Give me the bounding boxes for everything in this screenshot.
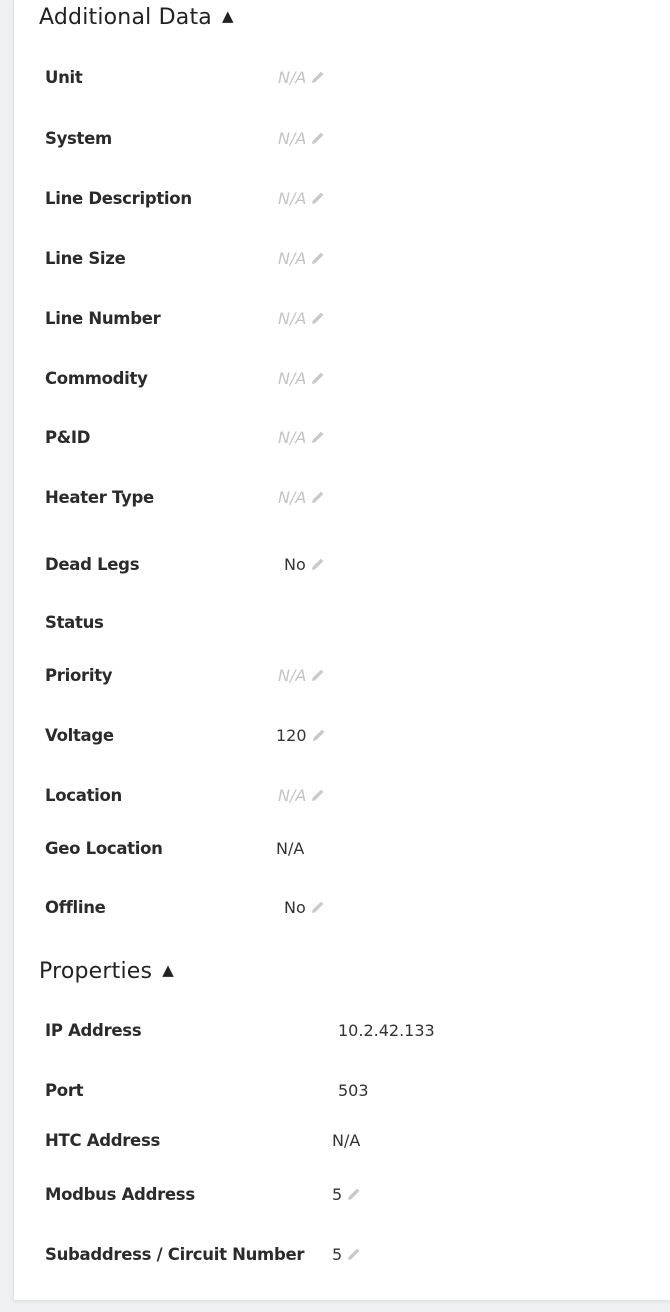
- section-header-additional-data[interactable]: Additional Data ▲: [39, 5, 234, 30]
- field-row-unit: Unit N/A: [45, 66, 645, 90]
- triangle-up-icon[interactable]: ▲: [162, 961, 174, 979]
- section-header-properties[interactable]: Properties ▲: [39, 959, 174, 984]
- section-title: Additional Data: [39, 5, 212, 30]
- field-label: Line Description: [45, 189, 192, 208]
- field-label: Unit: [45, 68, 83, 87]
- field-label: Offline: [45, 898, 106, 917]
- field-label: Status: [45, 613, 104, 632]
- field-row-dead-legs: Dead Legs No: [45, 553, 645, 577]
- pencil-icon[interactable]: [310, 556, 326, 572]
- field-value: N/A: [278, 247, 326, 271]
- field-value: No: [284, 896, 326, 920]
- field-label: Voltage: [45, 726, 114, 745]
- field-label: HTC Address: [45, 1131, 160, 1150]
- field-row-system: System N/A: [45, 127, 645, 151]
- field-label: Geo Location: [45, 839, 163, 858]
- field-row-line-number: Line Number N/A: [45, 307, 645, 331]
- pencil-icon[interactable]: [310, 787, 326, 803]
- field-value: N/A: [278, 486, 326, 510]
- field-row-port: Port 503: [45, 1079, 645, 1103]
- detail-panel: Additional Data ▲ Unit N/A System N/A Lin…: [13, 0, 670, 1300]
- pencil-icon[interactable]: [310, 429, 326, 445]
- field-value: N/A: [332, 1131, 361, 1150]
- pencil-icon[interactable]: [310, 667, 326, 683]
- pencil-icon[interactable]: [346, 1186, 362, 1202]
- field-row-heater-type: Heater Type N/A: [45, 486, 645, 510]
- field-label: Line Size: [45, 249, 126, 268]
- field-value: N/A: [278, 664, 326, 688]
- field-label: Dead Legs: [45, 555, 140, 574]
- field-row-pid: P&ID N/A: [45, 426, 645, 450]
- field-row-status: Status: [45, 611, 645, 635]
- field-label: Heater Type: [45, 488, 154, 507]
- field-value: N/A: [278, 367, 326, 391]
- field-value: N/A: [278, 187, 326, 211]
- pencil-icon[interactable]: [310, 250, 326, 266]
- field-label: Modbus Address: [45, 1185, 195, 1204]
- pencil-icon[interactable]: [310, 69, 326, 85]
- pencil-icon[interactable]: [310, 130, 326, 146]
- field-value: No: [284, 553, 326, 577]
- field-label: IP Address: [45, 1021, 142, 1040]
- field-row-htc-address: HTC Address N/A: [45, 1129, 645, 1153]
- field-row-priority: Priority N/A: [45, 664, 645, 688]
- field-label: Subaddress / Circuit Number: [45, 1245, 305, 1264]
- field-value: N/A: [278, 784, 326, 808]
- field-value: N/A: [278, 426, 326, 450]
- field-row-commodity: Commodity N/A: [45, 367, 645, 391]
- field-label: Commodity: [45, 369, 148, 388]
- field-value: 120: [276, 724, 327, 748]
- field-row-line-size: Line Size N/A: [45, 247, 645, 271]
- field-label: Location: [45, 786, 122, 805]
- pencil-icon[interactable]: [346, 1246, 362, 1262]
- field-label: P&ID: [45, 428, 91, 447]
- field-label: Port: [45, 1081, 84, 1100]
- field-row-offline: Offline No: [45, 896, 645, 920]
- field-value: 10.2.42.133: [338, 1021, 435, 1040]
- field-value: 503: [338, 1081, 369, 1100]
- field-row-subaddress: Subaddress / Circuit Number 5: [45, 1243, 645, 1267]
- field-value: 5: [332, 1243, 362, 1267]
- pencil-icon[interactable]: [310, 899, 326, 915]
- field-value: N/A: [278, 307, 326, 331]
- pencil-icon[interactable]: [310, 489, 326, 505]
- pencil-icon[interactable]: [310, 370, 326, 386]
- pencil-icon[interactable]: [310, 310, 326, 326]
- triangle-up-icon[interactable]: ▲: [222, 7, 234, 25]
- field-label: Line Number: [45, 309, 161, 328]
- field-value: 5: [332, 1183, 362, 1207]
- field-label: System: [45, 129, 112, 148]
- pencil-icon[interactable]: [310, 190, 326, 206]
- field-row-voltage: Voltage 120: [45, 724, 645, 748]
- field-value: N/A: [276, 839, 305, 858]
- field-row-line-description: Line Description N/A: [45, 187, 645, 211]
- section-title: Properties: [39, 959, 153, 984]
- field-value: N/A: [278, 127, 326, 151]
- field-row-ip-address: IP Address 10.2.42.133: [45, 1019, 645, 1043]
- field-label: Priority: [45, 666, 113, 685]
- field-row-geo-location: Geo Location N/A: [45, 837, 645, 861]
- field-row-modbus-address: Modbus Address 5: [45, 1183, 645, 1207]
- field-row-location: Location N/A: [45, 784, 645, 808]
- field-value: N/A: [278, 66, 326, 90]
- pencil-icon[interactable]: [311, 727, 327, 743]
